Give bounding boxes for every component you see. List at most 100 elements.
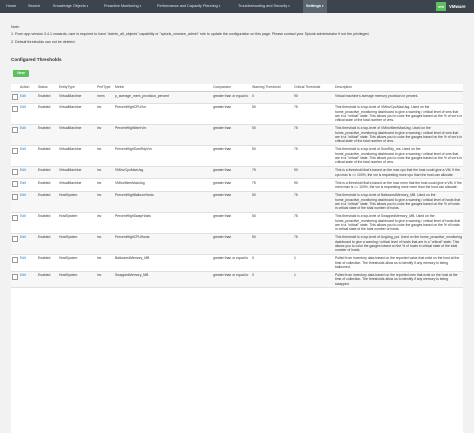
row-checkbox[interactable] bbox=[12, 105, 18, 112]
edit-link[interactable]: Edit bbox=[20, 256, 26, 260]
row-checkbox[interactable] bbox=[12, 256, 18, 263]
critical-threshold-cell: 75 bbox=[293, 103, 334, 125]
header-perf-type: PerfType bbox=[96, 84, 114, 92]
row-checkbox[interactable] bbox=[12, 193, 18, 200]
status-cell: Enabled bbox=[37, 178, 58, 192]
edit-link[interactable]: Edit bbox=[20, 235, 26, 239]
description-cell: Virtual machine's average memory provisi… bbox=[334, 91, 463, 104]
notes-heading: Note: bbox=[11, 25, 20, 29]
edit-link[interactable]: Edit bbox=[20, 193, 26, 197]
metric-cell: PercentHighCPUHosts bbox=[114, 233, 212, 255]
edit-link[interactable]: Edit bbox=[20, 181, 26, 185]
status-cell: Enabled bbox=[37, 145, 58, 167]
description-cell: This is a threshold that's based on the … bbox=[334, 166, 463, 180]
entity-type-cell: HostSystem bbox=[58, 271, 96, 289]
perf-type-cell: inv bbox=[96, 233, 114, 255]
row-checkbox[interactable] bbox=[12, 126, 18, 133]
nav-proactive-monitoring[interactable]: Proactive Monitoring▾ bbox=[104, 0, 141, 13]
chevron-down-icon: ▾ bbox=[288, 4, 290, 8]
warning-threshold-cell: 50 bbox=[251, 233, 293, 255]
warning-threshold-cell: 50 bbox=[251, 212, 293, 234]
entity-type-cell: HostSystem bbox=[58, 191, 96, 213]
table-row: Edit Enabled VirtualMachine inv VMInvCpuMaxU… bbox=[11, 166, 463, 180]
nav-troubleshooting-security[interactable]: Troubleshooting and Security▾ bbox=[238, 0, 290, 13]
description-cell: This threshold is a top-level of Swapped… bbox=[334, 212, 463, 234]
perf-type-cell: inv bbox=[96, 145, 114, 167]
edit-link[interactable]: Edit bbox=[20, 126, 26, 130]
nav-performance-capacity[interactable]: Performance and Capacity Planning▾ bbox=[157, 0, 220, 13]
thresholds-table-container: Action Status EntityType PerfType Metric… bbox=[11, 84, 463, 433]
warning-threshold-cell: 0 bbox=[251, 271, 293, 289]
chevron-down-icon: ▾ bbox=[139, 4, 142, 8]
metric-cell: SwappedMemory_MB bbox=[114, 271, 212, 289]
select-cell bbox=[11, 145, 19, 167]
action-cell: Edit bbox=[19, 254, 37, 272]
metric-cell: BalloonedMemory_MB bbox=[114, 254, 212, 272]
comparator-cell: greater than bbox=[212, 212, 251, 234]
table-row: Edit Enabled VirtualMachine mem p_average_me… bbox=[11, 91, 463, 104]
edit-link[interactable]: Edit bbox=[20, 214, 26, 218]
critical-threshold-cell: 75 bbox=[293, 145, 334, 167]
metric-cell: PercentHighBalloonHosts bbox=[114, 191, 212, 213]
critical-threshold-cell: 90 bbox=[293, 91, 334, 104]
table-row: Edit Enabled HostSystem inv BalloonedMemory_… bbox=[11, 254, 463, 272]
perf-type-cell: inv bbox=[96, 124, 114, 146]
new-threshold-button[interactable]: New bbox=[13, 70, 29, 77]
perf-type-cell: inv bbox=[96, 103, 114, 125]
action-cell: Edit bbox=[19, 271, 37, 289]
comparator-cell: greater than bbox=[212, 233, 251, 255]
edit-link[interactable]: Edit bbox=[20, 273, 26, 277]
table-row: Edit Enabled HostSystem inv PercentHighCPUHo… bbox=[11, 233, 463, 255]
row-checkbox[interactable] bbox=[12, 94, 18, 100]
action-cell: Edit bbox=[19, 212, 37, 234]
row-checkbox[interactable] bbox=[12, 168, 18, 175]
nav-home[interactable]: Home bbox=[6, 0, 16, 13]
nav-search[interactable]: Search bbox=[28, 0, 40, 13]
header-description: Description bbox=[334, 84, 463, 92]
select-cell bbox=[11, 254, 19, 272]
brand-name: VMware bbox=[449, 4, 466, 9]
critical-threshold-cell: 90 bbox=[293, 166, 334, 180]
nav-knowledge-objects[interactable]: Knowledge Objects▾ bbox=[53, 0, 88, 13]
table-row: Edit Enabled HostSystem inv PercentHighSwapH… bbox=[11, 212, 463, 234]
nav-settings[interactable]: Settings▾ bbox=[303, 0, 327, 13]
perf-type-cell: mem bbox=[96, 91, 114, 104]
warning-threshold-cell: 0 bbox=[251, 254, 293, 272]
action-cell: Edit bbox=[19, 124, 37, 146]
top-navigation-bar: Home Search Knowledge Objects▾ Proactive… bbox=[0, 0, 474, 13]
header-select bbox=[11, 84, 19, 92]
table-row: Edit Enabled VirtualMachine inv PercentHighM… bbox=[11, 124, 463, 146]
edit-link[interactable]: Edit bbox=[20, 168, 26, 172]
edit-link[interactable]: Edit bbox=[20, 105, 26, 109]
edit-link[interactable]: Edit bbox=[20, 147, 26, 151]
chevron-down-icon: ▾ bbox=[86, 4, 89, 8]
description-cell: This threshold is a top-level of Balloon… bbox=[334, 191, 463, 213]
row-checkbox[interactable] bbox=[12, 273, 18, 280]
edit-link[interactable]: Edit bbox=[20, 94, 26, 98]
row-checkbox[interactable] bbox=[12, 181, 18, 188]
select-cell bbox=[11, 178, 19, 192]
table-row: Edit Enabled HostSystem inv SwappedMemory_MB… bbox=[11, 271, 463, 289]
description-cell: Pulled from inventory data based on the … bbox=[334, 254, 463, 272]
metric-cell: VMInvMemMaxUsg bbox=[114, 178, 212, 192]
notes-section: Note: 1. From app version 3.4.1 onwards,… bbox=[11, 25, 461, 47]
chevron-down-icon: ▾ bbox=[218, 4, 221, 8]
perf-type-cell: inv bbox=[96, 166, 114, 180]
status-cell: Enabled bbox=[37, 212, 58, 234]
select-cell bbox=[11, 124, 19, 146]
critical-threshold-cell: 75 bbox=[293, 191, 334, 213]
header-critical-threshold: Critical Threshold bbox=[293, 84, 334, 92]
row-checkbox[interactable] bbox=[12, 235, 18, 242]
perf-type-cell: inv bbox=[96, 178, 114, 192]
header-action: Action bbox=[19, 84, 37, 92]
metric-cell: PercentHighSumRdyVm bbox=[114, 145, 212, 167]
entity-type-cell: HostSystem bbox=[58, 212, 96, 234]
perf-type-cell: inv bbox=[96, 271, 114, 289]
critical-threshold-cell: 75 bbox=[293, 124, 334, 146]
comparator-cell: greater than bbox=[212, 178, 251, 192]
warning-threshold-cell: 50 bbox=[251, 124, 293, 146]
thresholds-table: Action Status EntityType PerfType Metric… bbox=[11, 84, 463, 289]
row-checkbox[interactable] bbox=[12, 214, 18, 221]
row-checkbox[interactable] bbox=[12, 147, 18, 154]
status-cell: Enabled bbox=[37, 233, 58, 255]
